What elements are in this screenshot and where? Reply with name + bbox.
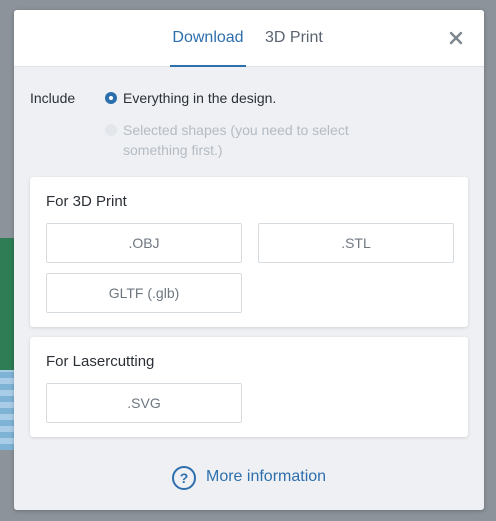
- background-workplane-grid: [0, 370, 14, 450]
- tab-download[interactable]: Download: [170, 10, 246, 67]
- gltf-button[interactable]: GLTF (.glb): [46, 273, 242, 313]
- section-lasercutting: For Lasercutting .SVG: [30, 337, 468, 437]
- question-circle-icon: ?: [172, 466, 196, 490]
- background-3d-object: [0, 238, 14, 370]
- close-icon: [449, 31, 463, 45]
- stl-button[interactable]: .STL: [258, 223, 454, 263]
- export-dialog: Download 3D Print Include Everything in …: [14, 10, 484, 510]
- radio-everything-label: Everything in the design.: [123, 90, 277, 106]
- radio-disabled-icon: [105, 124, 117, 136]
- section-3d-print: For 3D Print .OBJ .STL GLTF (.glb): [30, 177, 468, 327]
- radio-selected-icon: [105, 92, 117, 104]
- radio-selected-shapes: Selected shapes (you need to select some…: [105, 120, 385, 160]
- tab-3d-print[interactable]: 3D Print: [265, 10, 323, 67]
- close-button[interactable]: [448, 30, 464, 46]
- more-information-label: More information: [206, 468, 327, 485]
- radio-selected-shapes-label: Selected shapes (you need to select some…: [123, 122, 349, 158]
- section-title-3d-print: For 3D Print: [46, 193, 127, 210]
- include-label: Include: [30, 90, 76, 106]
- radio-everything[interactable]: Everything in the design.: [105, 88, 276, 108]
- section-title-lasercutting: For Lasercutting: [46, 353, 155, 370]
- svg-button[interactable]: .SVG: [46, 383, 242, 423]
- dialog-header: Download 3D Print: [14, 10, 484, 67]
- obj-button[interactable]: .OBJ: [46, 223, 242, 263]
